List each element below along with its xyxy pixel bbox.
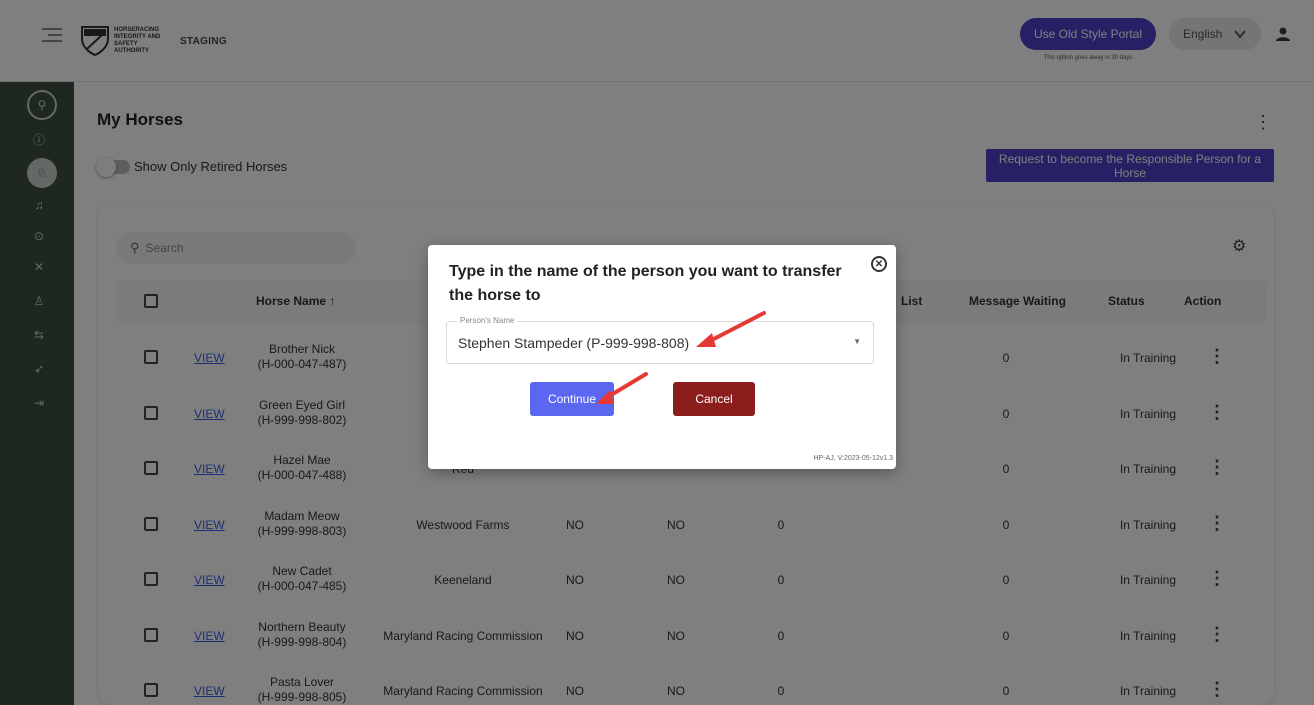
field-label: Person's Name [457,316,518,325]
continue-button[interactable]: Continue [530,382,614,416]
version-label: HP-AJ, V:2023-05-12v1.3 [813,455,893,462]
person-name-select[interactable]: Person's Name Stephen Stampeder (P-999-9… [446,316,874,364]
field-value: Stephen Stampeder (P-999-998-808) [458,335,690,351]
cancel-button[interactable]: Cancel [673,382,755,416]
caret-down-icon[interactable]: ▼ [853,337,861,346]
transfer-dialog: Type in the name of the person you want … [428,245,896,469]
dialog-title: Type in the name of the person you want … [449,263,842,304]
close-icon[interactable]: ✕ [871,256,887,272]
